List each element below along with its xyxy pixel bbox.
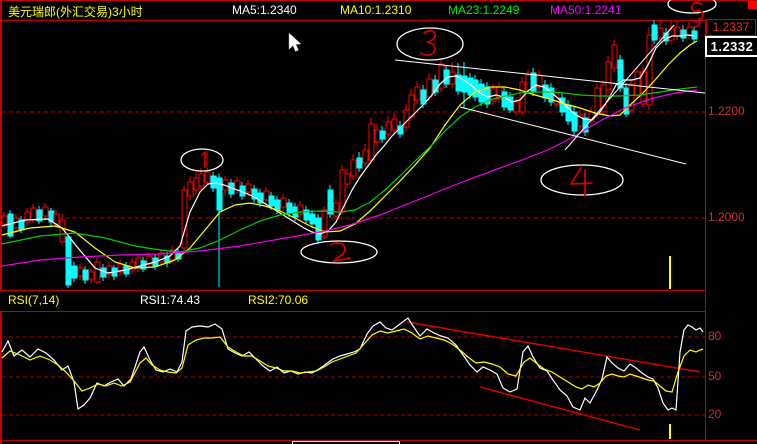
candle-body	[368, 123, 375, 161]
candle-body	[449, 71, 456, 85]
candle-body	[53, 213, 60, 225]
rsi-line-RSI1	[1, 317, 704, 411]
axis-tick-label: 1.2000	[708, 210, 745, 224]
rsi-trend-lines	[406, 321, 701, 431]
ma-line-MA5	[1, 34, 696, 274]
candle-body	[379, 130, 386, 140]
chart-info-bar: 美元瑞郎(外汇交易)3小时 MA5:1.2340 MA10:1.2310 MA23:…	[0, 0, 757, 20]
candle-body	[385, 121, 392, 135]
candle-body	[274, 199, 281, 211]
ma-line-MA10	[1, 40, 698, 269]
candle-body	[646, 34, 653, 106]
rsi-gridlines	[2, 336, 705, 416]
rsi-trend-line	[479, 386, 641, 431]
candle-body	[403, 109, 410, 128]
candle-body	[507, 96, 514, 111]
candle-body	[611, 44, 618, 69]
axis-tick-label: 1.2200	[708, 104, 745, 118]
main-price-chart[interactable]	[0, 20, 705, 290]
price-axis-divider	[705, 20, 706, 440]
candle-body	[344, 173, 351, 185]
candle-body	[42, 206, 49, 217]
candle-body	[77, 267, 84, 277]
candle-body	[513, 101, 520, 113]
candle-body	[605, 61, 612, 91]
candle-body	[501, 91, 508, 108]
candle-body	[651, 24, 658, 41]
candle-body	[640, 71, 647, 105]
candle-body	[461, 75, 468, 93]
candle-body	[210, 175, 217, 189]
candle-body	[414, 86, 421, 101]
top-border	[0, 0, 757, 1]
ma-label: MA23:1.2249	[448, 3, 520, 17]
candle-body	[525, 74, 532, 91]
candle-body	[530, 72, 537, 93]
candle-body	[198, 173, 205, 187]
trading-app-window: 美元瑞郎(外汇交易)3小时 MA5:1.2340 MA10:1.2310 MA23:…	[0, 0, 757, 444]
ma-label: MA10:1.2310	[340, 3, 412, 17]
candle-body	[94, 261, 101, 283]
candle-body	[234, 180, 241, 191]
candle-body	[263, 190, 270, 201]
moving-average-lines	[1, 34, 698, 274]
current-price-box: 1.2332	[705, 36, 757, 57]
rsi-trend-line	[406, 321, 701, 373]
candle-body	[204, 171, 211, 183]
candle-body	[71, 265, 78, 279]
candle-body	[391, 118, 398, 131]
axis-tick-label: 50	[708, 369, 722, 383]
axis-tick-label: 80	[708, 329, 722, 343]
symbol-title: 美元瑞郎(外汇交易)3小时	[8, 5, 143, 19]
candle-body	[680, 29, 687, 39]
candle-body	[286, 202, 293, 214]
candle-body	[374, 129, 381, 143]
candle-body	[216, 177, 223, 211]
rsi-indicator-name: RSI(7,14)	[8, 293, 60, 307]
candle-body	[634, 71, 641, 96]
candle-body	[674, 26, 681, 37]
candle-body	[193, 177, 200, 191]
candle-body	[30, 207, 37, 221]
candle-body	[280, 197, 287, 208]
candle-body	[686, 26, 693, 36]
candle-body	[309, 213, 316, 225]
candle-body	[65, 236, 72, 286]
candle-body	[1, 215, 8, 225]
candle-body	[657, 27, 664, 39]
candle-body	[333, 202, 340, 217]
high-price-box: 1.2337	[706, 19, 756, 36]
candlesticks	[1, 20, 698, 288]
candle-body	[245, 183, 252, 193]
app-corner-icon[interactable]	[748, 1, 757, 9]
candle-body	[82, 269, 89, 281]
candle-body	[426, 78, 433, 98]
rsi1-value: RSI1:74.43	[140, 293, 201, 307]
ma-label: MA50:1.2241	[550, 3, 622, 17]
rsi-lines	[1, 317, 704, 411]
candle-body	[187, 181, 194, 197]
rsi2-value: RSI2:70.06	[248, 293, 309, 307]
candle-body	[356, 157, 363, 169]
candle-body	[408, 94, 415, 118]
candle-body	[327, 189, 334, 215]
rsi-chart[interactable]	[0, 312, 705, 440]
axis-tick-label: 20	[708, 407, 722, 421]
ma-label: MA5:1.2340	[232, 3, 297, 17]
candle-body	[268, 195, 275, 207]
candle-body	[691, 30, 698, 40]
rsi-line-RSI2	[1, 328, 704, 393]
candle-body	[350, 159, 357, 177]
candle-body	[181, 189, 188, 249]
candle-body	[88, 271, 95, 280]
candle-body	[668, 28, 675, 41]
rsi-info-bar: RSI(7,14) RSI1:74.43 RSI2:70.06	[0, 291, 705, 311]
candle-body	[362, 149, 369, 164]
